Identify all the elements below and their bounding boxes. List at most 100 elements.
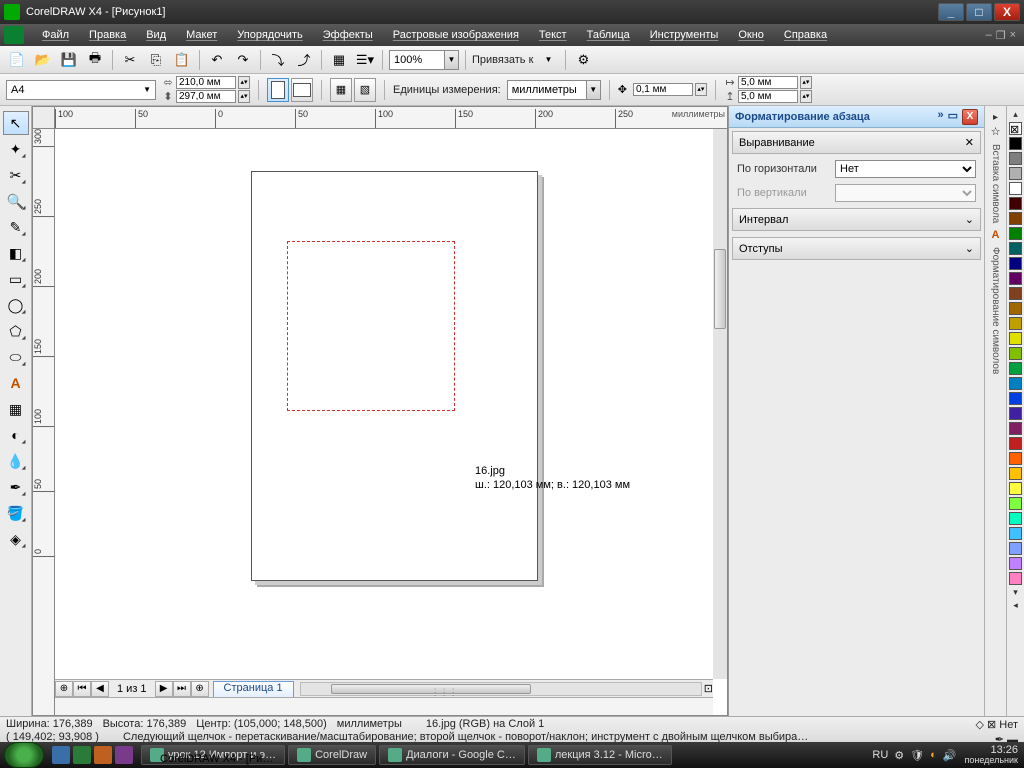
indent-section-header[interactable]: Отступы⌄	[732, 237, 981, 260]
quicklaunch-icon[interactable]	[73, 746, 91, 764]
page-width-input[interactable]	[176, 76, 236, 89]
alignment-section-header[interactable]: Выравнивание✕	[732, 131, 981, 154]
horizontal-scrollbar[interactable]: ⋮⋮⋮	[300, 682, 702, 696]
color-swatch[interactable]	[1009, 182, 1022, 195]
vertical-scrollbar[interactable]	[713, 129, 727, 679]
palette-flyout-button[interactable]: ◂	[1013, 600, 1018, 611]
welcome-button[interactable]: ☰▾	[354, 49, 376, 71]
menu-help[interactable]: Справка	[774, 29, 837, 41]
mdi-restore-button[interactable]: ❐	[996, 29, 1006, 42]
menu-table[interactable]: Таблица	[577, 29, 640, 41]
freehand-tool[interactable]: ✎◢	[3, 215, 29, 239]
char-format-icon[interactable]: A	[992, 229, 1000, 241]
pages-same-button[interactable]: ▦	[330, 78, 352, 102]
crop-tool[interactable]: ✂◢	[3, 163, 29, 187]
color-swatch[interactable]	[1009, 197, 1022, 210]
ruler-origin[interactable]	[33, 107, 55, 129]
taskbar-task[interactable]: CorelDraw	[288, 745, 376, 765]
color-swatch[interactable]	[1009, 392, 1022, 405]
color-swatch[interactable]	[1009, 422, 1022, 435]
ruler-vertical[interactable]: 300250200150100500	[33, 129, 55, 715]
star-icon[interactable]: ☆	[991, 125, 1001, 138]
dup-x-input[interactable]	[738, 76, 798, 89]
mdi-minimize-button[interactable]: –	[986, 29, 992, 42]
minimize-button[interactable]: _	[938, 3, 964, 21]
color-swatch[interactable]	[1009, 302, 1022, 315]
color-swatch[interactable]	[1009, 212, 1022, 225]
spinner[interactable]: ▴▾	[238, 76, 250, 89]
first-page-button[interactable]: ⏮	[73, 681, 91, 697]
maximize-button[interactable]: □	[966, 3, 992, 21]
fill-swatch-icon[interactable]: ◇	[975, 719, 983, 731]
color-swatch[interactable]	[1009, 512, 1022, 525]
menu-view[interactable]: Вид	[136, 29, 176, 41]
menu-window[interactable]: Окно	[728, 29, 774, 41]
app-icon[interactable]	[4, 26, 24, 44]
print-button[interactable]: 🖶	[84, 49, 106, 71]
dup-y-input[interactable]	[738, 90, 798, 103]
color-swatch[interactable]	[1009, 347, 1022, 360]
import-button[interactable]: ⤵	[267, 49, 289, 71]
new-button[interactable]: 📄	[6, 49, 28, 71]
color-swatch[interactable]	[1009, 467, 1022, 480]
color-swatch[interactable]	[1009, 482, 1022, 495]
color-swatch[interactable]	[1009, 362, 1022, 375]
zoom-tool[interactable]: 🔍◢	[3, 189, 29, 213]
color-swatch[interactable]	[1009, 557, 1022, 570]
quicklaunch-icon[interactable]	[94, 746, 112, 764]
paste-button[interactable]: 📋	[171, 49, 193, 71]
landscape-button[interactable]	[291, 78, 313, 102]
page-tab[interactable]: Страница 1	[213, 681, 294, 697]
rectangle-tool[interactable]: ▭◢	[3, 267, 29, 291]
add-page-button[interactable]: ⊕	[55, 681, 73, 697]
options-button[interactable]: ⚙	[572, 49, 594, 71]
polygon-tool[interactable]: ⬠◢	[3, 319, 29, 343]
close-docker-button[interactable]: X	[962, 109, 978, 125]
color-swatch[interactable]	[1009, 242, 1022, 255]
color-swatch[interactable]	[1009, 272, 1022, 285]
units-combo[interactable]: ▼	[507, 80, 601, 100]
zoom-combo[interactable]: ▼	[389, 50, 459, 70]
color-swatch[interactable]	[1009, 137, 1022, 150]
canvas-area[interactable]: миллиметры 10050050100150200250 30025020…	[32, 106, 728, 716]
pages-facing-button[interactable]: ▧	[354, 78, 376, 102]
last-page-button[interactable]: ⏭	[173, 681, 191, 697]
zoom-input[interactable]	[389, 50, 445, 70]
horizontal-align-select[interactable]: Нет	[835, 160, 976, 178]
color-swatch[interactable]	[1009, 572, 1022, 585]
smart-fill-tool[interactable]: ◧◢	[3, 241, 29, 265]
table-tool[interactable]: ▦	[3, 397, 29, 421]
basic-shapes-tool[interactable]: ⬭◢	[3, 345, 29, 369]
mdi-close-button[interactable]: ×	[1010, 29, 1016, 42]
nudge-input[interactable]	[633, 83, 693, 96]
menu-bitmaps[interactable]: Растровые изображения	[383, 29, 529, 41]
units-input[interactable]	[507, 80, 587, 100]
page-height-input[interactable]	[176, 90, 236, 103]
export-button[interactable]: ⤴	[293, 49, 315, 71]
color-swatch[interactable]	[1009, 527, 1022, 540]
open-button[interactable]: 📂	[32, 49, 54, 71]
prev-page-button[interactable]: ◀	[91, 681, 109, 697]
portrait-button[interactable]	[267, 78, 289, 102]
start-button[interactable]	[4, 742, 44, 768]
quicklaunch-icon[interactable]	[115, 746, 133, 764]
collapse-docker-button[interactable]: »	[937, 109, 943, 125]
taskbar-task[interactable]: лекция 3.12 - Micro…	[528, 745, 672, 765]
tray-icon[interactable]: ⚙	[894, 749, 904, 762]
menu-arrange[interactable]: Упорядочить	[227, 29, 312, 41]
copy-button[interactable]: ⎘	[145, 49, 167, 71]
undo-button[interactable]: ↶	[206, 49, 228, 71]
menu-layout[interactable]: Макет	[176, 29, 227, 41]
menu-effects[interactable]: Эффекты	[313, 29, 383, 41]
next-page-button[interactable]: ▶	[155, 681, 173, 697]
eyedropper-tool[interactable]: 💧◢	[3, 449, 29, 473]
scroll-thumb[interactable]: ⋮⋮⋮	[331, 684, 531, 694]
orientation-toggle[interactable]	[267, 78, 313, 102]
tray-icon[interactable]: ◐	[930, 749, 937, 761]
clock[interactable]: 13:26 понедельник	[965, 744, 1024, 766]
color-swatch[interactable]	[1009, 257, 1022, 270]
color-swatch[interactable]	[1009, 167, 1022, 180]
character-formatting-tab[interactable]: Форматирование символов	[990, 243, 1001, 378]
ruler-horizontal[interactable]: миллиметры 10050050100150200250	[55, 107, 727, 129]
taskbar-task[interactable]: Диалоги - Google C…	[379, 745, 525, 765]
